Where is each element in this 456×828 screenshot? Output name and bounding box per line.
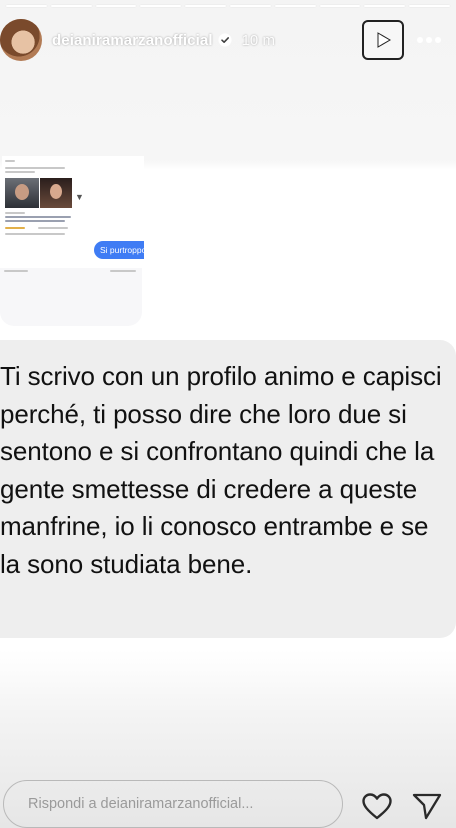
story-header: deianiramarzanofficial 10 m	[0, 18, 456, 62]
reply-input[interactable]: Rispondi a deianiramarzanofficial...	[3, 780, 343, 828]
timestamp: 10 m	[241, 31, 275, 49]
progress-segment	[409, 5, 450, 7]
message-text: Ti scrivo con un profilo animo e capisci…	[0, 361, 442, 579]
progress-segment	[95, 5, 137, 7]
more-options-button[interactable]	[414, 25, 444, 55]
verified-badge-icon	[218, 33, 232, 47]
progress-segment	[185, 5, 226, 7]
like-button[interactable]	[359, 789, 395, 823]
share-button[interactable]	[408, 789, 446, 823]
progress-segment	[319, 5, 361, 7]
story-progress-bar	[6, 5, 450, 7]
reply-placeholder: Rispondi a deianiramarzanofficial...	[28, 796, 254, 812]
more-icon	[417, 37, 441, 43]
progress-segment	[140, 5, 182, 7]
story-viewer[interactable]: deianiramarzanofficial 10 m ▼ Si purtrop…	[0, 0, 456, 828]
progress-segment	[364, 5, 406, 7]
avatar[interactable]	[0, 19, 42, 61]
screenshot-footer	[0, 268, 142, 326]
message-bubble: Ti scrivo con un profilo animo e capisci…	[0, 340, 456, 638]
heart-icon	[362, 792, 392, 819]
progress-segment	[274, 5, 316, 7]
play-button[interactable]	[362, 20, 404, 60]
chevron-down-icon: ▼	[75, 192, 84, 202]
progress-segment	[229, 5, 271, 7]
play-icon	[377, 32, 391, 48]
send-icon	[412, 793, 442, 820]
username[interactable]: deianiramarzanofficial	[52, 32, 213, 49]
progress-segment	[50, 5, 92, 7]
chat-bubble-outgoing: Si purtroppo	[94, 241, 144, 259]
progress-segment	[6, 5, 47, 7]
